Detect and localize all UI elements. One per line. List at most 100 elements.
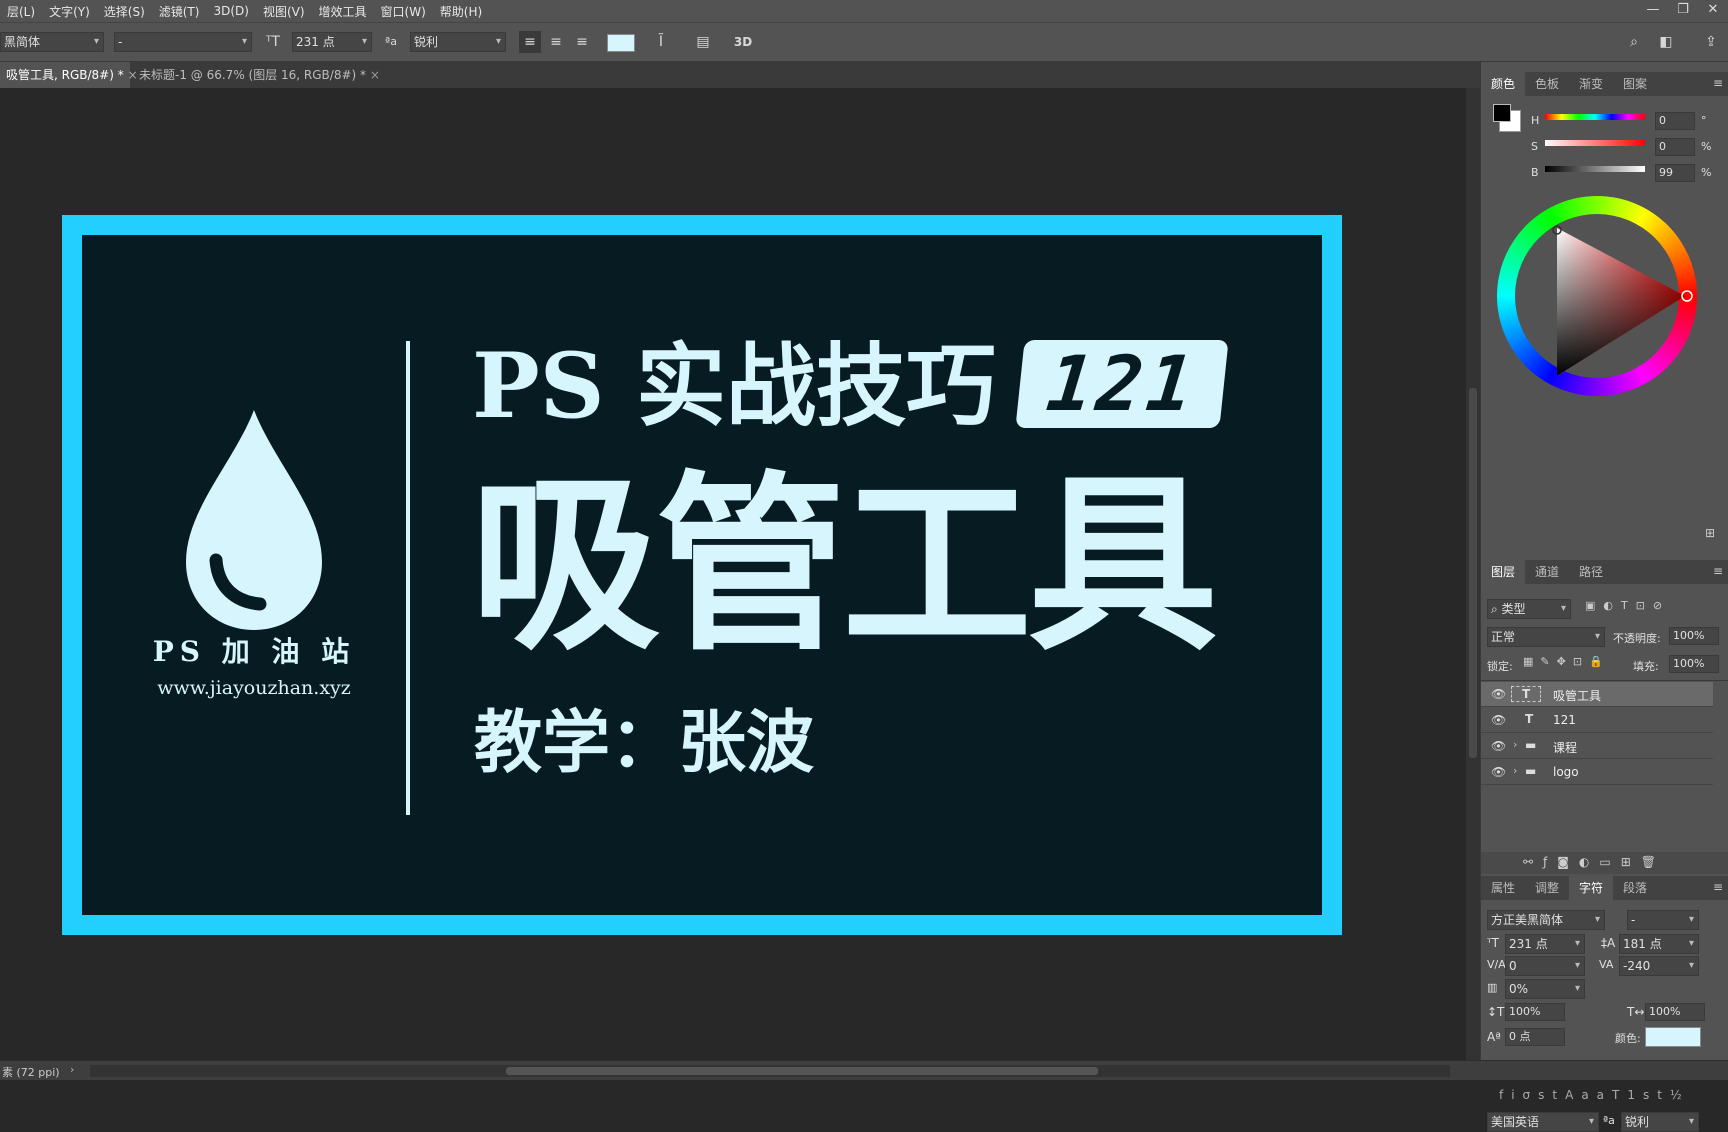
font-size-select[interactable]: 231 点 ▾ [292, 32, 372, 52]
menu-plugins[interactable]: 增效工具 [312, 3, 374, 20]
color-triangle[interactable] [1497, 196, 1697, 396]
layer-row[interactable]: 👁 T 吸管工具 [1481, 682, 1713, 707]
saturation-slider[interactable] [1545, 140, 1645, 146]
tab-color[interactable]: 颜色 [1481, 72, 1526, 96]
layer-name: 课程 [1553, 741, 1578, 755]
menu-bar: 层(L) 文字(Y) 选择(S) 滤镜(T) 3D(D) 视图(V) 增效工具 … [0, 0, 1728, 22]
panel-menu-icon[interactable]: ≡ [1713, 880, 1723, 894]
eye-visibility-icon[interactable]: 👁 [1491, 713, 1506, 727]
eye-visibility-icon[interactable]: 👁 [1491, 687, 1506, 701]
opacity-input[interactable]: 100% [1669, 627, 1719, 645]
char-tsume-input[interactable]: 0% ▾ [1505, 979, 1585, 999]
close-button[interactable]: ✕ [1698, 0, 1728, 22]
char-vscale-input[interactable]: 100% [1505, 1003, 1565, 1021]
foreground-color-swatch[interactable] [1493, 104, 1511, 122]
tab-patterns[interactable]: 图案 [1613, 72, 1657, 96]
tab-gradients[interactable]: 渐变 [1569, 72, 1613, 96]
text-color-swatch[interactable] [607, 34, 635, 52]
blend-mode-select[interactable]: 正常 ▾ [1487, 627, 1605, 647]
minimize-button[interactable]: — [1638, 0, 1668, 22]
panel-menu-icon[interactable]: ≡ [1713, 76, 1723, 90]
tab-properties[interactable]: 属性 [1481, 876, 1525, 900]
menu-window[interactable]: 窗口(W) [374, 3, 433, 20]
tab-document-2[interactable]: 未标题-1 @ 66.7% (图层 16, RGB/8#) * × [133, 62, 380, 88]
char-style-select[interactable]: - ▾ [1627, 910, 1699, 930]
lock-icons[interactable]: ▦✎✥⊡🔒 [1523, 655, 1610, 668]
antialias-select[interactable]: 锐利 ▾ [410, 32, 506, 52]
tab-channels[interactable]: 通道 [1525, 560, 1569, 584]
hue-slider[interactable] [1545, 114, 1645, 120]
align-right-icon[interactable]: ≡ [571, 31, 593, 53]
align-left-icon[interactable]: ≡ [519, 31, 541, 53]
layer-filter-icons[interactable]: ▣◐T⊡⊘ [1585, 599, 1670, 612]
font-style-select[interactable]: - ▾ [114, 32, 252, 52]
menu-3d[interactable]: 3D(D) [206, 4, 255, 18]
search-icon[interactable]: ⌕ [1623, 31, 1645, 53]
hue-input[interactable]: 0 [1655, 112, 1695, 130]
layer-row[interactable]: 👁 › ▬ logo [1481, 760, 1713, 785]
menu-select[interactable]: 选择(S) [97, 3, 152, 20]
char-tracking-input[interactable]: -240 ▾ [1619, 956, 1699, 976]
warp-text-icon[interactable]: Ĩ [650, 31, 672, 53]
brightness-input[interactable]: 99 [1655, 164, 1695, 182]
chevron-down-icon: ▾ [93, 36, 99, 47]
char-kerning-input[interactable]: 0 ▾ [1505, 956, 1585, 976]
saturation-input[interactable]: 0 [1655, 138, 1695, 156]
chevron-down-icon: ▾ [1588, 1116, 1594, 1127]
panel-menu-icon[interactable]: ≡ [1713, 564, 1723, 578]
tab-document-1[interactable]: 吸管工具, RGB/8#) * × [0, 62, 138, 88]
eye-visibility-icon[interactable]: 👁 [1491, 739, 1506, 753]
char-font-select[interactable]: 方正美黑简体 ▾ [1487, 910, 1605, 930]
brightness-slider[interactable] [1545, 166, 1645, 172]
3d-icon[interactable]: 3D [732, 31, 754, 53]
status-bar: 素 (72 ppi) › [0, 1060, 1728, 1080]
menu-filter[interactable]: 滤镜(T) [152, 3, 207, 20]
add-icon[interactable]: ⊞ [1705, 526, 1715, 540]
layers-footer: ⚯ƒ◙◐▭⊞🗑 [1481, 852, 1728, 874]
close-icon[interactable]: × [370, 68, 380, 82]
headline-series: PS 实战技巧 [472, 333, 997, 439]
restore-button[interactable]: ❐ [1668, 0, 1698, 22]
share-icon[interactable]: ⇪ [1700, 31, 1722, 53]
tab-adjustments[interactable]: 调整 [1525, 876, 1569, 900]
scrollbar-thumb[interactable] [506, 1067, 1098, 1075]
menu-type[interactable]: 文字(Y) [42, 3, 97, 20]
align-center-icon[interactable]: ≡ [545, 31, 567, 53]
menu-layer[interactable]: 层(L) [0, 3, 42, 20]
menu-view[interactable]: 视图(V) [256, 3, 312, 20]
chevron-down-icon: ▾ [241, 36, 247, 47]
char-leading-input[interactable]: 181 点 ▾ [1619, 934, 1699, 954]
scrollbar-thumb[interactable] [1469, 388, 1477, 758]
logo-url: www.jiayouzhan.xyz [157, 677, 351, 699]
chevron-right-icon[interactable]: › [70, 1063, 74, 1076]
folder-icon: ▬ [1525, 738, 1537, 752]
layer-row[interactable]: 👁 T 121 [1481, 708, 1713, 733]
chevron-down-icon: ▾ [495, 36, 501, 47]
color-wheel[interactable] [1497, 196, 1697, 396]
menu-help[interactable]: 帮助(H) [433, 3, 489, 20]
char-size-input[interactable]: 231 点 ▾ [1505, 934, 1585, 954]
tab-paths[interactable]: 路径 [1569, 560, 1613, 584]
eye-visibility-icon[interactable]: 👁 [1491, 765, 1506, 779]
character-panel-icon[interactable]: ▤ [692, 31, 714, 53]
char-baseline-input[interactable]: 0 点 [1505, 1028, 1565, 1046]
tab-paragraph[interactable]: 段落 [1613, 876, 1657, 900]
tab-layers[interactable]: 图层 [1481, 560, 1526, 584]
horizontal-scrollbar[interactable] [90, 1065, 1450, 1077]
tab-swatches[interactable]: 色板 [1525, 72, 1569, 96]
chevron-right-icon[interactable]: › [1513, 738, 1517, 751]
workspace-icon[interactable]: ◧ [1655, 31, 1677, 53]
tab-character[interactable]: 字符 [1569, 876, 1614, 900]
layer-filter-select[interactable]: ⌕ 类型 ▾ [1487, 599, 1571, 619]
fill-input[interactable]: 100% [1669, 655, 1719, 673]
char-color-swatch[interactable] [1645, 1027, 1701, 1047]
char-antialias-select[interactable]: 锐利 ▾ [1621, 1112, 1699, 1132]
language-select[interactable]: 美国英语 ▾ [1487, 1112, 1599, 1132]
layer-actions-icons[interactable]: ⚯ƒ◙◐▭⊞🗑 [1523, 855, 1666, 869]
vertical-scrollbar[interactable] [1466, 88, 1480, 1060]
opentype-buttons[interactable]: fiσstAaaT1st½ [1499, 1088, 1690, 1102]
layer-row[interactable]: 👁 › ▬ 课程 [1481, 734, 1713, 759]
char-hscale-input[interactable]: 100% [1645, 1003, 1705, 1021]
font-family-select[interactable]: 黑简体 ▾ [0, 32, 104, 52]
chevron-right-icon[interactable]: › [1513, 764, 1517, 777]
